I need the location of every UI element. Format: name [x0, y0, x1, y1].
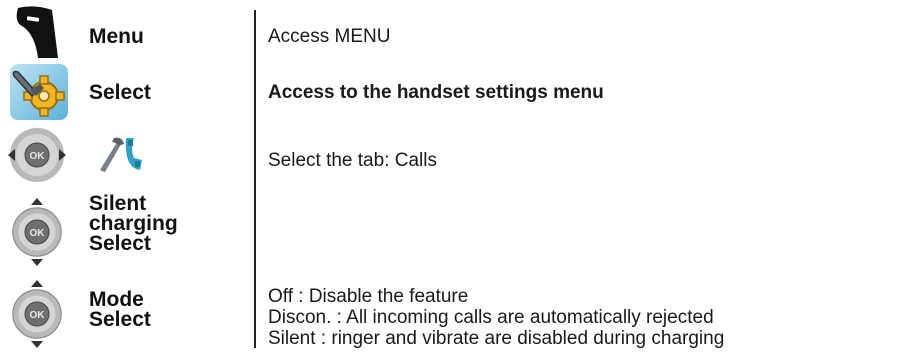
svg-text:OK: OK [30, 151, 46, 162]
calls-settings-tab-icon [100, 137, 142, 172]
label-line: Select [89, 232, 151, 255]
step-label-mode: Mode Select [89, 288, 151, 331]
label-line: charging [89, 212, 178, 235]
step-description-mode: Off : Disable the feature Discon. : All … [268, 286, 724, 349]
step-description-menu: Access MENU [268, 26, 391, 47]
label-line: Silent [89, 192, 147, 215]
softkey-icon [16, 6, 59, 58]
step-label-select: Select [89, 81, 151, 104]
navigation-pad-up-down-icon: OK [12, 280, 62, 348]
label-line: Mode [89, 288, 144, 311]
description-line: Off : Disable the feature [268, 286, 469, 307]
navigation-pad-up-down-icon: OK [12, 198, 62, 266]
settings-gear-wrench-icon [10, 64, 68, 120]
svg-text:OK: OK [30, 228, 46, 239]
description-line: Silent : ringer and vibrate are disabled… [268, 328, 725, 349]
description-line: Discon. : All incoming calls are automat… [268, 307, 714, 328]
vertical-divider [254, 10, 256, 348]
svg-text:OK: OK [30, 310, 46, 321]
step-label-menu: Menu [89, 25, 144, 48]
step-label-silent-charging: Silent charging Select [89, 192, 178, 255]
navigation-pad-left-right-icon: OK [8, 127, 66, 183]
step-description-settings: Access to the handset settings menu [268, 82, 604, 103]
label-line: Select [89, 308, 151, 331]
step-description-calls-tab: Select the tab: Calls [268, 150, 437, 171]
